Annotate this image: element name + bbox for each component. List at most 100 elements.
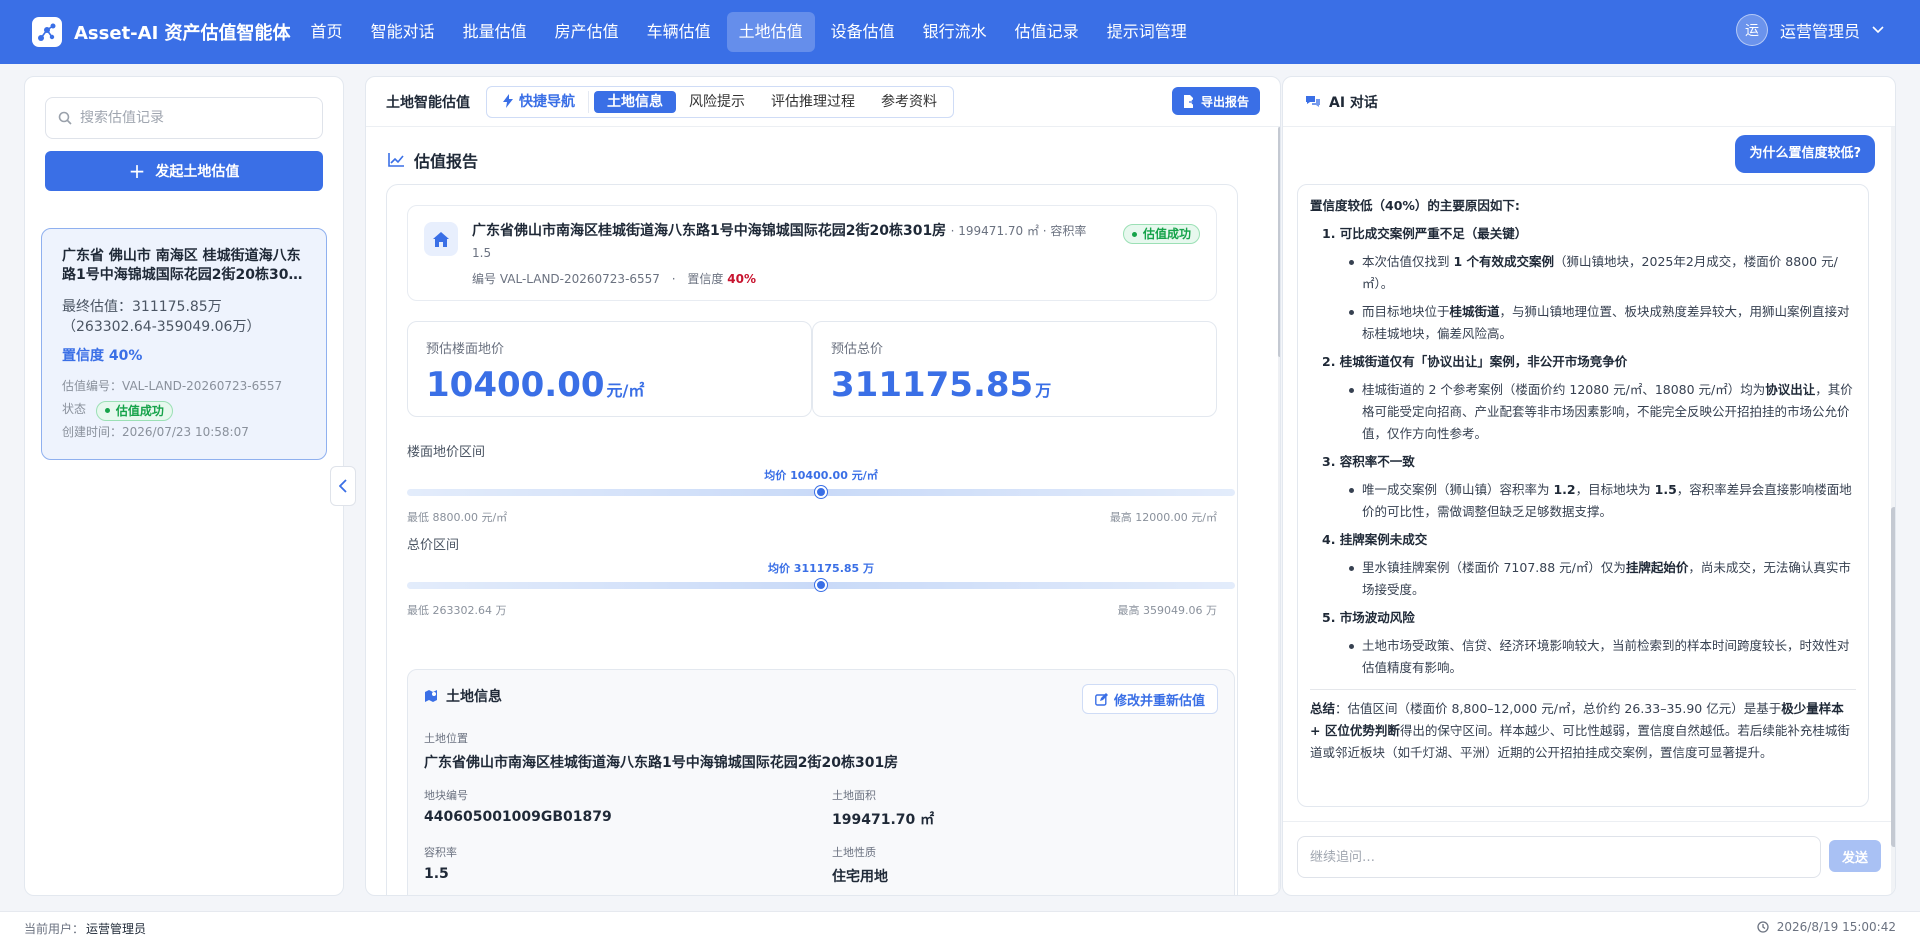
nav-item-vehicle[interactable]: 车辆估值 [635, 12, 723, 52]
main-title: 土地智能估值 [386, 94, 470, 111]
reason-1-bullet-1: 本次估值仅找到 1 个有效成交案例（狮山镇地块，2025年2月成交，楼面价 88… [1310, 251, 1856, 295]
reason-1-title: 1. 可比成交案例严重不足（最关键） [1322, 226, 1528, 241]
nav-item-records[interactable]: 估值记录 [1003, 12, 1091, 52]
comments-icon [1305, 95, 1321, 109]
app-logo[interactable]: Asset-AI 资产估值智能体 [32, 17, 291, 47]
lightning-icon [503, 93, 513, 108]
main-header: 土地智能估值 快捷导航 土地信息 风险提示 评估推理过程 参考资料 导出报告 [366, 77, 1280, 127]
app-title: Asset-AI 资产估值智能体 [74, 23, 291, 44]
asset-ai-logo-icon [32, 17, 62, 47]
chat-scrollbar[interactable] [1891, 127, 1895, 895]
nav-item-batch[interactable]: 批量估值 [451, 12, 539, 52]
search-icon [58, 111, 72, 125]
land-info-section: 土地信息 修改并重新估值 土地位置 广东省佛山市南海区桂城街道海八东路1号中海锦… [407, 669, 1235, 895]
avatar: 运 [1735, 14, 1768, 46]
reason-4-title: 4. 挂牌案例未成交 [1322, 532, 1428, 547]
reason-2-bullet-1: 桂城街道的 2 个参考案例（楼面价约 12080 元/㎡、18080 元/㎡）均… [1310, 379, 1856, 445]
land-nature-value: 住宅用地 [832, 869, 888, 885]
land-location-label: 土地位置 [424, 732, 468, 745]
floor-range-marker [815, 486, 827, 498]
chat-input-bar: 发送 [1283, 821, 1891, 895]
nav-item-home[interactable]: 首页 [299, 12, 355, 52]
nav-item-land[interactable]: 土地估值 [726, 12, 815, 52]
main-scrollbar[interactable] [1278, 127, 1280, 895]
area-text: · 199471.70 ㎡ · 容积率 [950, 224, 1087, 238]
land-location-value: 广东省佛山市南海区桂城街道海八东路1号中海锦城国际花园2街20栋301房 [424, 755, 899, 771]
tab-quick-nav[interactable]: 快捷导航 [490, 90, 589, 113]
home-icon [424, 222, 458, 256]
record-confidence: 置信度 40% [62, 348, 143, 364]
nav-item-equipment[interactable]: 设备估值 [819, 12, 907, 52]
status-badge-text: 估值成功 [1142, 227, 1191, 241]
floor-range-avg: 均价 10400.00 元/㎡ [764, 469, 878, 482]
reason-3-title: 3. 容积率不一致 [1322, 454, 1415, 469]
ai-intro: 置信度较低（40%）的主要原因如下: [1310, 198, 1520, 213]
land-area-label: 土地面积 [832, 789, 876, 802]
search-box[interactable] [45, 97, 323, 139]
report-card: 广东省佛山市南海区桂城街道海八东路1号中海锦城国际花园2街20栋301房 · 1… [386, 184, 1238, 895]
floor-price-value: 10400.00 [426, 365, 605, 405]
record-created-time: 创建时间：2026/07/23 10:58:07 [62, 425, 249, 439]
status-bar: 当前用户： 运营管理员 2026/8/19 15:00:42 [0, 911, 1920, 945]
total-range-label: 总价区间 [407, 538, 460, 553]
tab-risk[interactable]: 风险提示 [676, 91, 758, 113]
footer-time: 2026/8/19 15:00:42 [1776, 920, 1896, 934]
send-button[interactable]: 发送 [1829, 840, 1881, 872]
edit-icon [1095, 692, 1108, 706]
plus-icon: + [128, 159, 146, 183]
nav-item-property[interactable]: 房产估值 [543, 12, 631, 52]
price-summary: 预估楼面地价 10400.00 元/㎡ 预估总价 311175.85 万 [407, 321, 1217, 417]
floor-price-box: 预估楼面地价 10400.00 元/㎡ [407, 321, 812, 417]
chevron-down-icon [1872, 26, 1884, 34]
user-message-bubble: 为什么置信度较低? [1735, 135, 1875, 173]
top-navigation-bar: Asset-AI 资产估值智能体 首页 智能对话 批量估值 房产估值 车辆估值 … [0, 0, 1920, 64]
tab-references[interactable]: 参考资料 [868, 91, 950, 113]
reason-1-bullet-2: 而目标地块位于桂城街道，与狮山镇地理位置、板块成熟度差异较大，用狮山案例直接对标… [1310, 301, 1856, 345]
edit-and-revalue-button[interactable]: 修改并重新估值 [1081, 684, 1218, 714]
total-price-box: 预估总价 311175.85 万 [812, 321, 1217, 417]
user-menu[interactable]: 运 运营管理员 [1735, 14, 1884, 46]
confidence-value: 40% [727, 272, 756, 286]
valuation-main-panel: 土地智能估值 快捷导航 土地信息 风险提示 评估推理过程 参考资料 导出报告 估… [365, 76, 1281, 896]
total-range-avg: 均价 311175.85 万 [767, 562, 875, 575]
tab-quick-nav-label: 快捷导航 [519, 93, 575, 110]
chat-header: AI 对话 [1283, 77, 1895, 127]
ai-summary: 总结：估值区间（楼面价 8,800–12,000 元/㎡，总价约 26.33–3… [1310, 689, 1856, 764]
floor-range-min: 最低 8800.00 元/㎡ [407, 511, 508, 524]
collapse-sidebar-button[interactable] [330, 466, 356, 506]
total-range-max: 最高 359049.06 万 [1117, 604, 1217, 617]
new-land-valuation-button[interactable]: + 发起土地估值 [45, 151, 323, 191]
floor-range-label: 楼面地价区间 [407, 445, 486, 460]
main-nav: 首页 智能对话 批量估值 房产估值 车辆估值 土地估值 设备估值 银行流水 估值… [299, 0, 1203, 64]
export-report-button[interactable]: 导出报告 [1171, 87, 1260, 115]
land-nature-label: 土地性质 [832, 846, 876, 859]
edit-and-revalue-label: 修改并重新估值 [1113, 693, 1205, 709]
floor-price-unit: 元/㎡ [606, 381, 645, 400]
records-sidebar: + 发起土地估值 广东省 佛山市 南海区 桂城街道海八东路1号中海锦城国际花园2… [24, 76, 344, 896]
report-title: 估值报告 [414, 152, 479, 171]
footer-clock: 2026/8/19 15:00:42 [1757, 920, 1896, 934]
search-input[interactable] [80, 110, 300, 126]
nav-item-prompts[interactable]: 提示词管理 [1095, 12, 1199, 52]
total-price-unit: 万 [1035, 381, 1052, 400]
report-heading: 估值报告 [388, 148, 478, 172]
export-report-label: 导出报告 [1200, 94, 1249, 109]
far-value: 1.5 [424, 866, 449, 882]
far-text: 1.5 [472, 246, 492, 260]
file-export-icon [1183, 94, 1195, 108]
total-range-marker [815, 579, 827, 591]
nav-item-chat[interactable]: 智能对话 [359, 12, 447, 52]
nav-item-bank-statement[interactable]: 银行流水 [911, 12, 999, 52]
record-title: 广东省 佛山市 南海区 桂城街道海八东路1号中海锦城国际花园2街20栋301房 [62, 248, 301, 283]
record-card[interactable]: 广东省 佛山市 南海区 桂城街道海八东路1号中海锦城国际花园2街20栋301房 … [41, 228, 327, 460]
chat-input[interactable] [1297, 836, 1821, 878]
record-status-label: 状态 [62, 402, 87, 416]
current-user-name: 运营管理员 [86, 922, 147, 936]
parcel-number-value: 440605001009GB01879 [424, 809, 612, 825]
tab-reasoning[interactable]: 评估推理过程 [758, 91, 868, 113]
land-info-title: 土地信息 [446, 689, 502, 705]
far-label: 容积率 [424, 846, 457, 859]
tab-land-info[interactable]: 土地信息 [594, 90, 676, 113]
address-card: 广东省佛山市南海区桂城街道海八东路1号中海锦城国际花园2街20栋301房 · 1… [407, 205, 1217, 301]
parcel-number-label: 地块编号 [424, 789, 468, 802]
